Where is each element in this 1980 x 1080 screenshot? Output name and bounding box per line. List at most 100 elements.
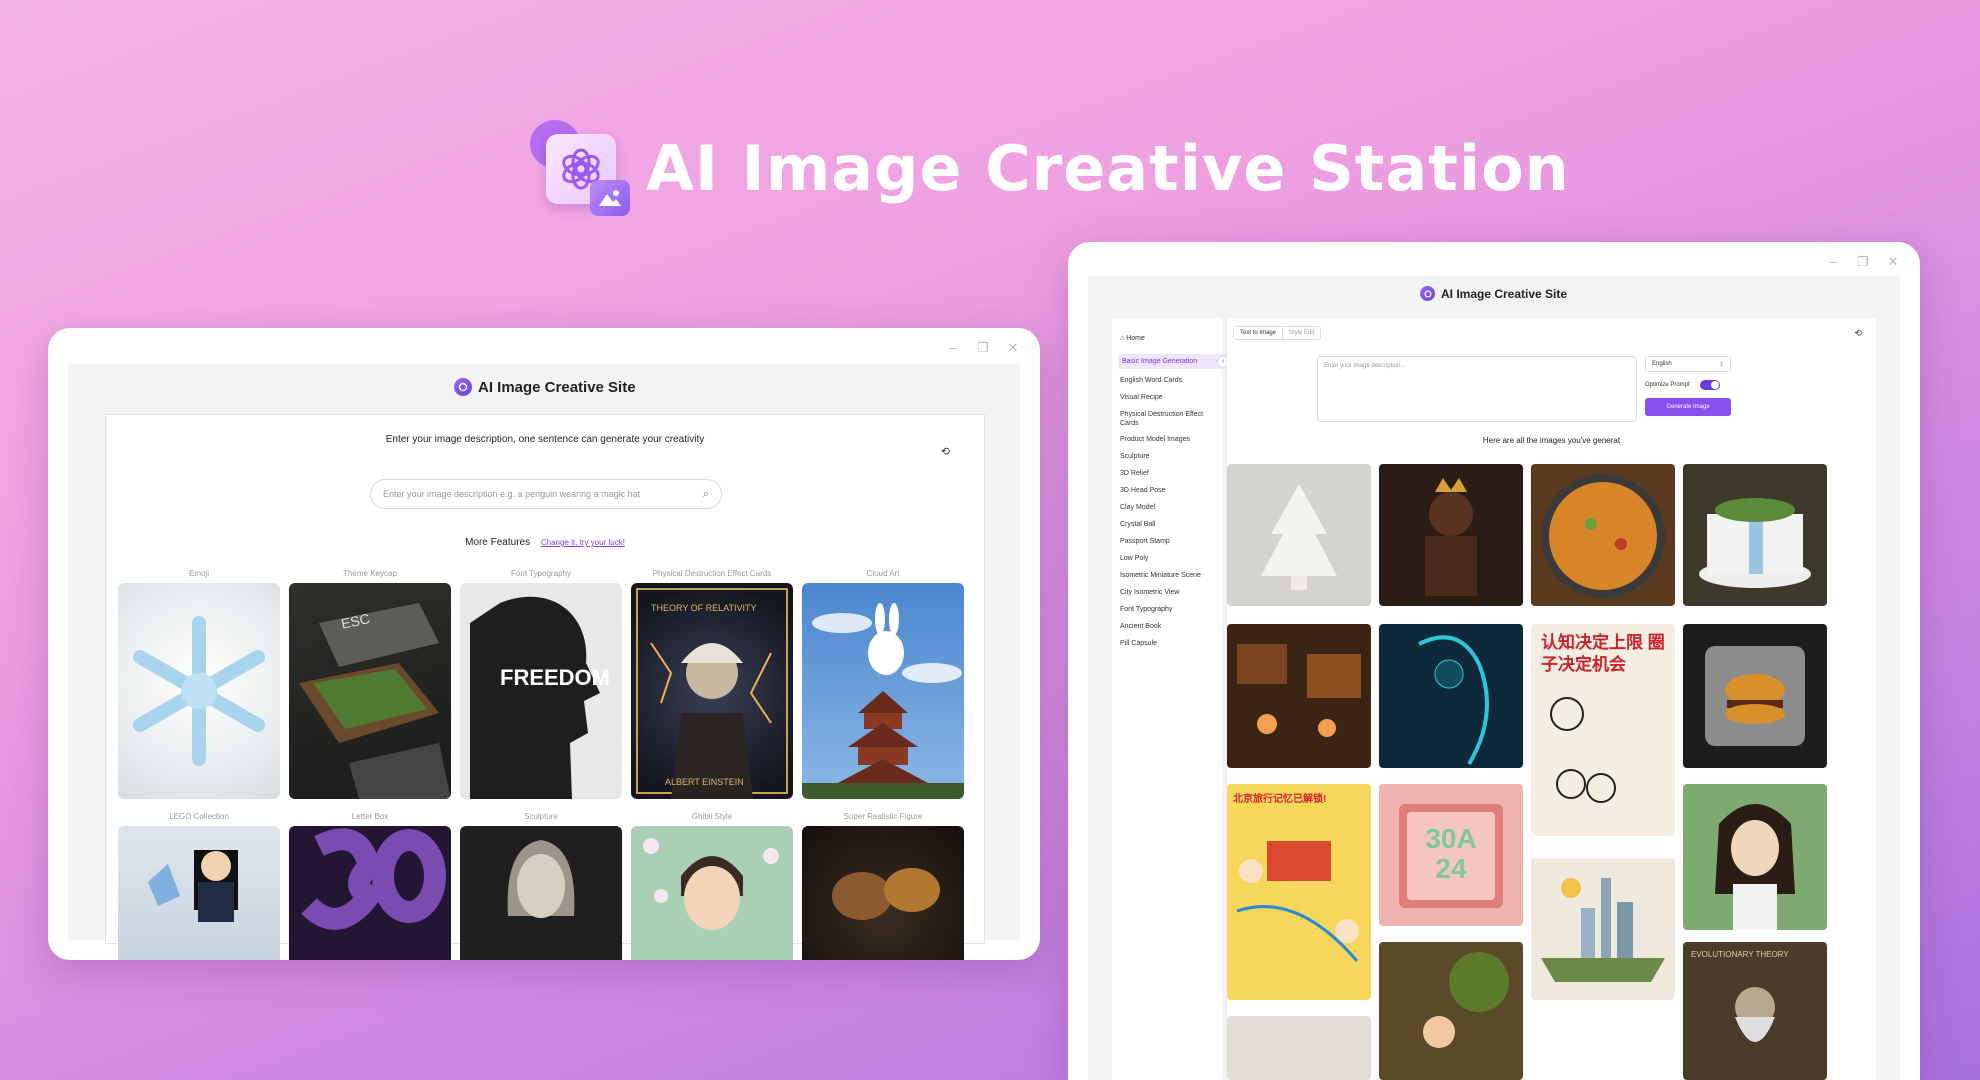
card-label: Physical Destruction Effect Cards <box>652 569 772 578</box>
feature-card-destruction[interactable]: Physical Destruction Effect Cards THEORY… <box>631 569 793 799</box>
search-icon[interactable]: ⌕ <box>703 488 709 501</box>
gallery-image[interactable] <box>1683 464 1827 606</box>
sidebar-item[interactable]: Crystal Ball <box>1120 520 1216 529</box>
generate-button[interactable]: Generate Image <box>1645 398 1731 416</box>
site-title-text: AI Image Creative Site <box>1441 286 1568 301</box>
sidebar-item[interactable]: Product Model Images <box>1120 435 1216 444</box>
card-image: FREEDOM <box>460 583 622 799</box>
image-badge-icon <box>590 180 630 216</box>
history-icon[interactable]: ⟲ <box>1854 328 1862 339</box>
card-image <box>118 826 280 960</box>
gallery-image[interactable] <box>1227 464 1371 606</box>
restore-icon[interactable]: ❐ <box>976 340 990 356</box>
site-logo-icon <box>1420 286 1435 301</box>
card-image: ESC <box>289 583 451 799</box>
feature-card-keycap[interactable]: Theme Keycap ESC <box>289 569 451 799</box>
sidebar-item[interactable]: Font Typography <box>1120 605 1216 614</box>
card-image <box>118 583 280 799</box>
site-title-text: AI Image Creative Site <box>478 378 636 396</box>
gallery-image[interactable]: 30A 24 <box>1379 784 1523 926</box>
sidebar-item[interactable]: Sculpture <box>1120 452 1216 461</box>
sidebar-item[interactable]: 3D Head Pose <box>1120 486 1216 495</box>
feature-card-cloud-art[interactable]: Cloud Art <box>802 569 964 799</box>
card-image <box>460 826 622 960</box>
history-icon[interactable]: ⟲ <box>941 445 950 458</box>
gallery-image[interactable] <box>1683 624 1827 768</box>
feature-card-lego[interactable]: LEGO Collection <box>118 812 280 960</box>
card-label: Cloud Art <box>866 569 900 578</box>
home-icon: ⌂ <box>1120 335 1125 342</box>
gallery-image[interactable] <box>1379 942 1523 1080</box>
card-label: LEGO Collection <box>169 812 229 821</box>
number-blocks-text: 30A 24 <box>1425 823 1477 884</box>
mode-tabs: Text to Image Style Edit <box>1233 326 1322 340</box>
gallery-image[interactable]: 北京旅行记忆已解锁! <box>1227 784 1371 1000</box>
app-content: AI Image Creative Site ⌂ Home Basic Imag… <box>1088 276 1900 1080</box>
prompt-textarea[interactable]: Enter your image description... <box>1317 356 1637 422</box>
gallery-image[interactable] <box>1531 464 1675 606</box>
card-image <box>631 826 793 960</box>
hero-header: AI Image Creative Station <box>530 118 1569 218</box>
gallery-image[interactable] <box>1379 624 1523 768</box>
feature-card-ghibli[interactable]: Ghibli Style <box>631 812 793 960</box>
minimize-icon[interactable]: – <box>1826 254 1840 270</box>
sidebar-item[interactable]: Ancient Book <box>1120 622 1216 631</box>
sidebar-item[interactable]: Clay Model <box>1120 503 1216 512</box>
site-title: AI Image Creative Site <box>1420 286 1567 301</box>
window-controls: – ❐ ✕ <box>1826 254 1900 270</box>
right-app-window: – ❐ ✕ AI Image Creative Site ⌂ Home Basi… <box>1068 242 1920 1080</box>
optimize-label: Optimize Prompt <box>1645 382 1690 388</box>
card-label: Theme Keycap <box>343 569 397 578</box>
sidebar-item[interactable]: Pill Capsule <box>1120 639 1216 648</box>
site-logo-icon <box>454 378 472 396</box>
feature-card-super-realistic[interactable]: Super Realistic Figure <box>802 812 964 960</box>
card-label: Sculpture <box>524 812 558 821</box>
sidebar-item[interactable]: City Isometric View <box>1120 588 1216 597</box>
left-app-window: – ❐ ✕ AI Image Creative Site Enter your … <box>48 328 1040 960</box>
main-panel: Text to Image Style Edit ⟲ Enter your im… <box>1226 318 1876 1080</box>
gallery-image[interactable] <box>1531 858 1675 1000</box>
feature-card-sculpture[interactable]: Sculpture <box>460 812 622 960</box>
tab-style-edit[interactable]: Style Edit <box>1283 327 1320 339</box>
card-image <box>802 826 964 960</box>
sidebar-item[interactable]: Low Poly <box>1120 554 1216 563</box>
app-logo <box>530 118 640 218</box>
freedom-text: FREEDOM <box>500 665 610 690</box>
feature-card-emoji[interactable]: Emoji <box>118 569 280 799</box>
restore-icon[interactable]: ❐ <box>1856 254 1870 270</box>
close-icon[interactable]: ✕ <box>1886 254 1900 270</box>
sidebar-item[interactable]: Physical Destruction Effect Cards <box>1120 410 1216 428</box>
optimize-toggle[interactable] <box>1699 380 1720 390</box>
gallery-image[interactable] <box>1379 464 1523 606</box>
sidebar-item[interactable]: Isometric Miniature Scene <box>1120 571 1216 580</box>
more-features: More Features Change it, try your luck! <box>106 537 984 548</box>
sidebar-item[interactable]: Passport Stamp <box>1120 537 1216 546</box>
sidebar-item-home[interactable]: ⌂ Home <box>1120 334 1216 343</box>
card-label: Super Realistic Figure <box>843 812 923 821</box>
feature-card-font-typography[interactable]: Font Typography FREEDOM <box>460 569 622 799</box>
search-input[interactable]: Enter your image description e.g. a peng… <box>370 479 722 509</box>
sidebar-item[interactable]: English Word Cards <box>1120 376 1216 385</box>
sidebar: ⌂ Home Basic Image Generation ✓ ‹ Englis… <box>1112 318 1236 1080</box>
hero-title: AI Image Creative Station <box>646 132 1570 205</box>
gallery-image[interactable] <box>1227 1016 1371 1080</box>
tab-text-to-image[interactable]: Text to Image <box>1234 327 1284 339</box>
gallery-heading: Here are all the images you've generat <box>1482 436 1621 445</box>
feature-card-letter-box[interactable]: Letter Box <box>289 812 451 960</box>
language-select[interactable]: English ⇕ <box>1645 356 1731 372</box>
card-label: Letter Box <box>351 812 389 821</box>
card-label: Emoji <box>188 569 209 578</box>
change-link[interactable]: Change it, try your luck! <box>541 538 625 547</box>
sidebar-item[interactable]: 3D Relief <box>1120 469 1216 478</box>
sidebar-item[interactable]: Visual Recipe <box>1120 393 1216 402</box>
gallery-image[interactable] <box>1227 624 1371 768</box>
close-icon[interactable]: ✕ <box>1006 340 1020 356</box>
card-label: Font Typography <box>511 569 571 578</box>
gallery-image[interactable] <box>1683 784 1827 930</box>
chinese-card-title: 认知决定上限 圈子决定机会 <box>1541 633 1665 674</box>
gallery-image[interactable]: 认知决定上限 圈子决定机会 <box>1531 624 1675 836</box>
generator-panel: Enter your image description, one senten… <box>105 414 985 960</box>
minimize-icon[interactable]: – <box>946 340 960 356</box>
gallery-image[interactable]: EVOLUTIONARY THEORY <box>1683 942 1827 1080</box>
chinese-map-title: 北京旅行记忆已解锁! <box>1233 794 1327 805</box>
